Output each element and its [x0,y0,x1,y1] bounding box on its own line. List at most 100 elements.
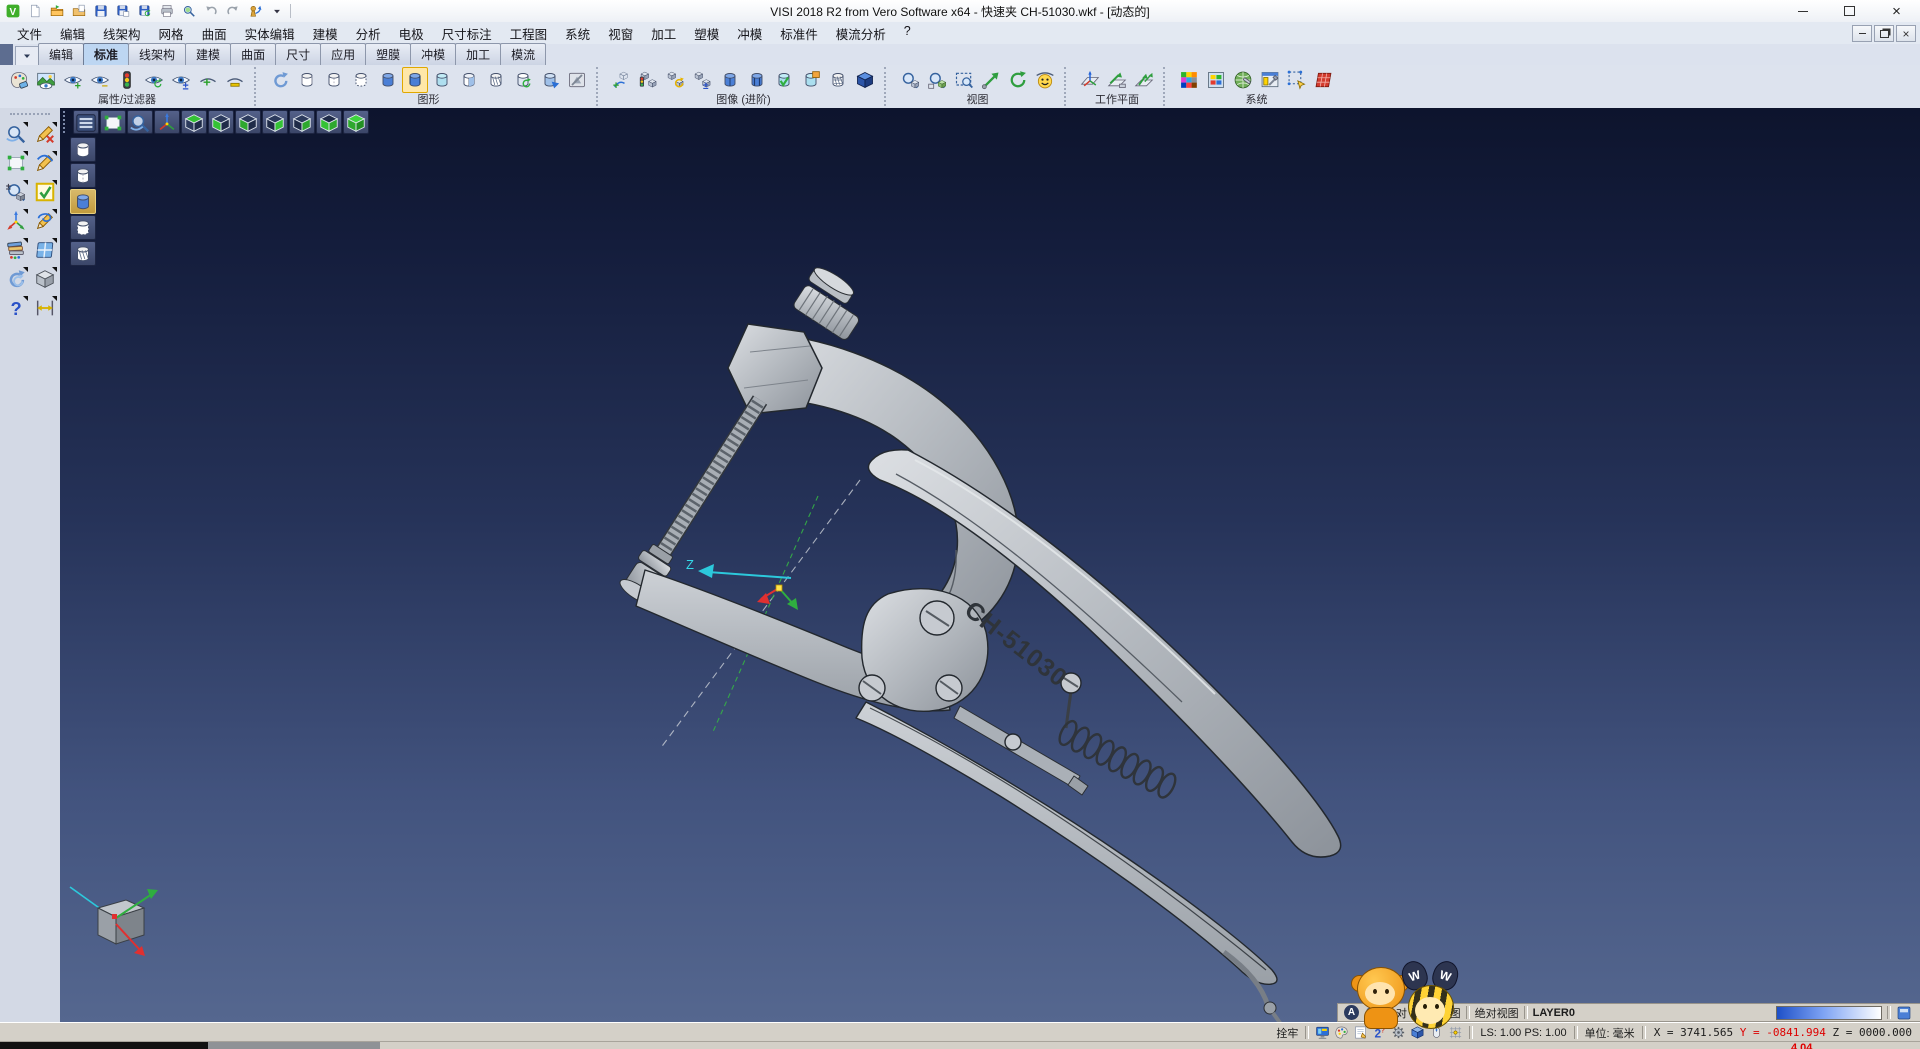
regenerate-icon[interactable] [3,266,29,292]
toolbar-tab[interactable]: 线架构 [128,43,186,65]
palette-eraser-icon[interactable] [6,67,32,93]
toolbar-dropdown-button[interactable] [15,46,39,65]
solid-cube-icon[interactable] [32,266,58,292]
menu-item[interactable]: 编辑 [51,22,94,45]
maximize-button[interactable] [1826,0,1873,22]
measure-distance-icon[interactable] [32,295,58,321]
render-grid-icon[interactable] [1311,67,1337,93]
zoom-all-icon[interactable] [897,67,923,93]
menu-item[interactable]: 电极 [390,22,433,45]
minimize-button[interactable] [1779,0,1826,22]
toolbar-tab[interactable]: 模流 [500,43,546,65]
dynamic-pan-icon[interactable] [978,67,1004,93]
macro-record-icon[interactable] [245,2,265,20]
layer-colorbar[interactable] [1776,1006,1882,1020]
save-as-icon[interactable] [113,2,133,20]
cylinder-hatched-icon[interactable] [70,241,96,266]
cylinder-shaded-icon[interactable] [375,67,401,93]
view-bottom-icon[interactable] [316,110,342,134]
zoom-window-icon[interactable] [951,67,977,93]
menu-item[interactable]: 曲面 [193,22,236,45]
cylinder-dashed-icon[interactable] [348,67,374,93]
menu-item[interactable]: 模流分析 [827,22,895,45]
traffic-cubes-icon[interactable] [636,67,662,93]
cylinder-hidden-line-icon[interactable] [321,67,347,93]
dropdown-caret-icon[interactable] [267,2,287,20]
display-settings-icon[interactable] [1314,1024,1331,1041]
visi-logo-icon[interactable]: V [3,2,23,20]
cylinder-export-icon[interactable] [798,67,824,93]
menu-item[interactable]: 线架构 [94,22,150,45]
document-restore-button[interactable] [1874,25,1894,42]
document-close-button[interactable]: × [1896,25,1916,42]
toolbar-tab[interactable]: 建模 [185,43,231,65]
fit-window-icon[interactable] [100,110,126,134]
view-left-icon[interactable] [235,110,261,134]
toolbar-grip[interactable] [63,111,70,133]
refresh-cubes-icon[interactable] [663,67,689,93]
zoom-frame-icon[interactable] [3,150,29,176]
save-icon[interactable] [91,2,111,20]
add-wire-cube-icon[interactable]: + [609,67,635,93]
cylinder-striped-icon[interactable] [744,67,770,93]
eye-add-icon[interactable]: + [60,67,86,93]
toolbar-tab[interactable]: 冲模 [410,43,456,65]
cylinder-half-icon[interactable] [456,67,482,93]
cylinder-shaded-icon[interactable] [70,189,96,214]
image-settings-icon[interactable] [1203,67,1229,93]
redo-icon[interactable] [223,2,243,20]
dynamic-rotate-icon[interactable] [1005,67,1031,93]
cylinder-hatched-icon[interactable] [483,67,509,93]
menu-item[interactable]: 文件 [8,22,51,45]
insert-file-icon[interactable] [69,2,89,20]
menu-item[interactable]: 建模 [304,22,347,45]
document-minimize-button[interactable] [1852,25,1872,42]
zoom-scale-icon[interactable]: ± [3,179,29,205]
eye-remove-icon[interactable]: − [87,67,113,93]
undo-icon[interactable] [201,2,221,20]
eye-hide-icon[interactable] [222,67,248,93]
menu-item[interactable]: 系统 [556,22,599,45]
system-options-icon[interactable] [1230,67,1256,93]
cylinder-convert-icon[interactable] [537,67,563,93]
cube-shaded-icon[interactable] [852,67,878,93]
cylinder-hidden-line-icon[interactable] [70,163,96,188]
graphics-settings-icon[interactable] [564,67,590,93]
open-file-icon[interactable] [47,2,67,20]
menu-item[interactable]: 塑模 [685,22,728,45]
refresh-wireframe-icon[interactable] [267,67,293,93]
axonometric-axes-icon[interactable] [154,110,180,134]
menu-item[interactable]: 加工 [642,22,685,45]
cylinder-refresh-icon[interactable] [510,67,536,93]
view-menu-icon[interactable] [73,110,99,134]
snap-settings-icon[interactable] [1284,67,1310,93]
menu-item[interactable]: 标准件 [771,22,827,45]
cylinder-wireframe-icon[interactable] [70,137,96,162]
cylinder-solid-icon[interactable] [717,67,743,93]
view-top-icon[interactable] [181,110,207,134]
toolbar-tab[interactable]: 编辑 [38,43,84,65]
confirm-check-icon[interactable] [32,179,58,205]
workplane-axis-icon[interactable] [3,208,29,234]
menu-item[interactable]: 工程图 [501,22,557,45]
new-file-icon[interactable] [25,2,45,20]
toolbar-grip[interactable] [10,113,50,115]
edit-delete-icon[interactable] [32,121,58,147]
cylinder-dashed-icon[interactable] [70,215,96,240]
close-button[interactable]: × [1873,0,1920,22]
view-mode-label[interactable]: 绝对视图 [1475,1005,1519,1021]
color-palette-icon[interactable] [1333,1024,1350,1041]
workplane-dynamic-icon[interactable] [1131,67,1157,93]
toolbar-tab[interactable]: 尺寸 [275,43,321,65]
workplane-entity-icon[interactable] [1104,67,1130,93]
edit-curve-icon[interactable] [32,150,58,176]
cylinder-verify-icon[interactable] [771,67,797,93]
panel-toggle-icon[interactable] [1896,1005,1912,1021]
view-front-icon[interactable] [208,110,234,134]
view-iso-icon[interactable] [343,110,369,134]
traffic-light-icon[interactable] [114,67,140,93]
dynamic-view-icon[interactable] [127,110,153,134]
mascot-pet[interactable]: W W [1353,953,1481,1029]
window-layout-icon[interactable] [32,237,58,263]
toolbar-tab[interactable]: 加工 [455,43,501,65]
